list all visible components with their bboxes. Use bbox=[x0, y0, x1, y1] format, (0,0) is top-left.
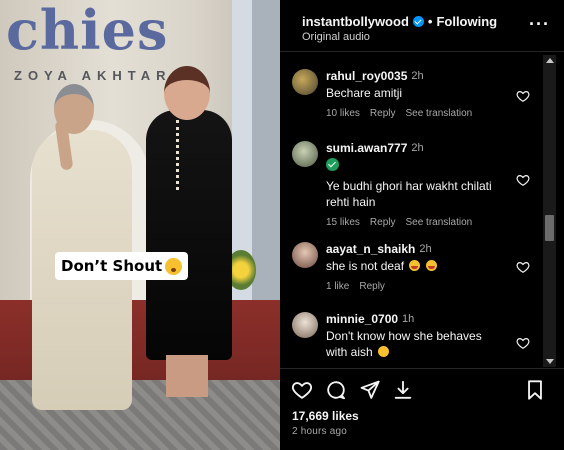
comment-time: 1h bbox=[402, 313, 415, 325]
avatar[interactable] bbox=[292, 141, 318, 167]
comment-header: minnie_0700 1h bbox=[326, 312, 506, 326]
comment-header: aayat_n_shaikh 2h bbox=[326, 242, 506, 256]
laughing-emoji-icon bbox=[425, 260, 437, 271]
post-actions: 17,669 likes 2 hours ago bbox=[280, 368, 564, 450]
backdrop-title: chies bbox=[6, 0, 169, 62]
comment-text-row: Don't know how she behaves with aish bbox=[326, 328, 506, 360]
avatar[interactable] bbox=[292, 242, 318, 268]
comment-body: aayat_n_shaikh 2h she is not deaf 1 like… bbox=[326, 242, 506, 292]
download-icon[interactable] bbox=[392, 379, 414, 401]
comment-badge-row bbox=[326, 158, 506, 176]
check-badge-icon bbox=[326, 158, 339, 171]
comment-time: 2h bbox=[419, 243, 432, 255]
share-send-icon[interactable] bbox=[359, 379, 381, 401]
see-translation-button[interactable]: See translation bbox=[405, 217, 472, 228]
person-right-legs bbox=[166, 355, 208, 397]
more-options-icon[interactable]: ··· bbox=[529, 14, 550, 35]
heart-icon[interactable] bbox=[516, 260, 530, 274]
following-button[interactable]: Following bbox=[436, 14, 497, 29]
comment-body: minnie_0700 1h Don't know how she behave… bbox=[326, 312, 506, 360]
comment-header: sumi.awan777 2h bbox=[326, 141, 506, 155]
scroll-up-arrow-icon[interactable] bbox=[546, 58, 554, 63]
comment-likes[interactable]: 15 likes bbox=[326, 217, 360, 228]
person-right-head bbox=[164, 66, 210, 120]
person-right-necklace bbox=[176, 120, 190, 190]
header-user-row: instantbollywood • Following bbox=[302, 14, 497, 29]
comments-scrollbar[interactable] bbox=[543, 55, 556, 367]
comment-reply-button[interactable]: Reply bbox=[370, 217, 396, 228]
comment-body: rahul_roy0035 2h Bechare amitji 10 likes… bbox=[326, 69, 506, 119]
heart-icon[interactable] bbox=[516, 336, 530, 350]
comment-body: sumi.awan777 2h Ye budhi ghori har wakht… bbox=[326, 141, 506, 228]
comment-text: Ye budhi ghori har wakht chilati rehti h… bbox=[326, 179, 492, 209]
comment-reply-button[interactable]: Reply bbox=[370, 108, 396, 119]
see-translation-button[interactable]: See translation bbox=[405, 108, 472, 119]
laughing-emoji-icon bbox=[409, 260, 421, 271]
comment-text: she is not deaf bbox=[326, 259, 405, 273]
comment-bubble-icon[interactable] bbox=[325, 379, 347, 401]
comment-text: Don't know how she behaves with aish bbox=[326, 329, 482, 359]
comment-time: 2h bbox=[411, 70, 424, 82]
heart-icon[interactable] bbox=[516, 89, 530, 103]
shushing-face-emoji-icon bbox=[165, 257, 183, 275]
comment-meta: 1 like Reply bbox=[326, 281, 506, 292]
comment-time: 2h bbox=[411, 142, 424, 154]
bookmark-icon[interactable] bbox=[524, 379, 546, 401]
comment-username[interactable]: aayat_n_shaikh bbox=[326, 242, 415, 256]
comment-text: Bechare amitji bbox=[326, 86, 403, 100]
comment-text-row: she is not deaf bbox=[326, 258, 506, 274]
comment-username[interactable]: minnie_0700 bbox=[326, 312, 398, 326]
scroll-down-arrow-icon[interactable] bbox=[546, 359, 554, 364]
avatar[interactable] bbox=[292, 69, 318, 95]
header-separator: • bbox=[427, 14, 433, 29]
original-audio-link[interactable]: Original audio bbox=[302, 31, 370, 43]
header-username[interactable]: instantbollywood bbox=[302, 14, 409, 29]
comment-header: rahul_roy0035 2h bbox=[326, 69, 506, 83]
post-media[interactable]: chies ZOYA AKHTAR Don’t Shout bbox=[0, 0, 280, 450]
post-timestamp: 2 hours ago bbox=[292, 426, 348, 437]
backdrop-pillar-shadow bbox=[252, 0, 280, 300]
like-heart-icon[interactable] bbox=[291, 379, 313, 401]
comment-meta: 15 likes Reply See translation bbox=[326, 217, 506, 228]
comment-username[interactable]: rahul_roy0035 bbox=[326, 69, 407, 83]
comment-reply-button[interactable]: Reply bbox=[359, 281, 385, 292]
comments-list[interactable]: rahul_roy0035 2h Bechare amitji 10 likes… bbox=[280, 53, 542, 368]
like-count[interactable]: 17,669 likes bbox=[292, 409, 359, 423]
post-side-panel: instantbollywood • Following Original au… bbox=[280, 0, 564, 450]
text-sticker: Don’t Shout bbox=[55, 252, 189, 280]
comment-meta: 10 likes Reply See translation bbox=[326, 108, 506, 119]
verified-badge-icon bbox=[412, 16, 424, 27]
grimacing-emoji-icon bbox=[378, 346, 390, 357]
avatar[interactable] bbox=[292, 312, 318, 338]
post-header: instantbollywood • Following Original au… bbox=[280, 0, 564, 52]
scrollbar-thumb[interactable] bbox=[545, 215, 554, 241]
backdrop-subtitle: ZOYA AKHTAR bbox=[14, 68, 172, 83]
comment-username[interactable]: sumi.awan777 bbox=[326, 141, 407, 155]
comment-likes[interactable]: 1 like bbox=[326, 281, 349, 292]
comment-likes[interactable]: 10 likes bbox=[326, 108, 360, 119]
heart-icon[interactable] bbox=[516, 173, 530, 187]
sticker-text: Don’t Shout bbox=[61, 257, 163, 275]
